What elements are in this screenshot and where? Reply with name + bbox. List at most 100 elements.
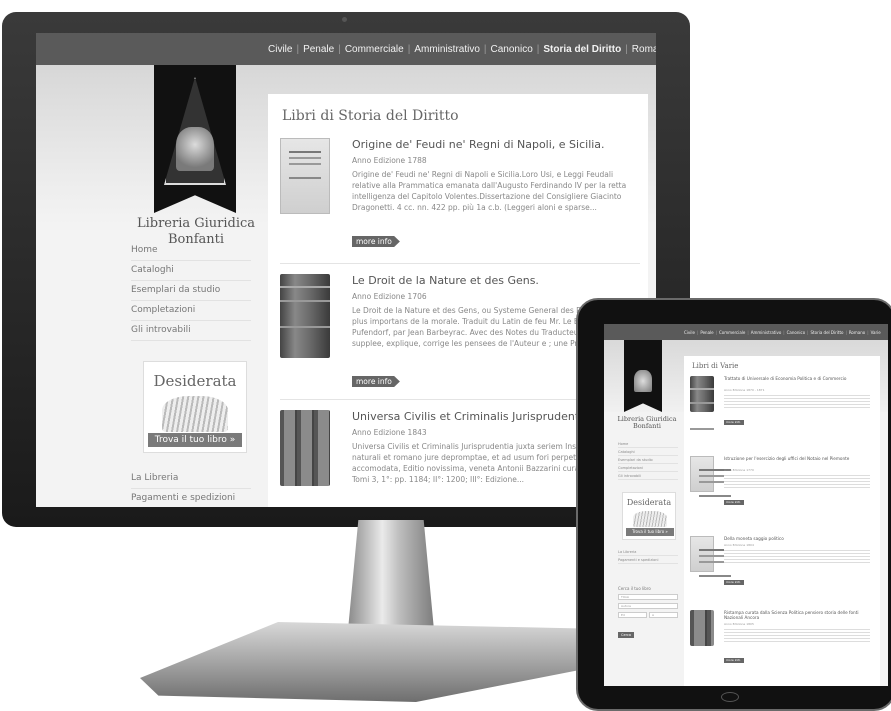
book-title[interactable]: Ristampa curata dalla Scienza Politica p…: [724, 610, 874, 620]
tablet-nav-item-commerciale[interactable]: Commerciale: [719, 330, 745, 335]
logo-emblem-icon: [176, 127, 214, 171]
nav-separator: |: [407, 43, 411, 55]
open-book-icon: [633, 511, 667, 527]
more-info-button[interactable]: more info: [724, 500, 745, 505]
divider: [280, 263, 640, 264]
sidebar-item-cataloghi[interactable]: Cataloghi: [131, 261, 251, 281]
desktop-screen: Civile | Penale | Commerciale | Amministrativo…: [36, 33, 656, 507]
tablet-nav-item-romano[interactable]: Romano: [849, 330, 865, 335]
book-cover-image[interactable]: [690, 376, 714, 412]
book-description-lines: [724, 627, 870, 643]
title-field[interactable]: Titolo: [618, 594, 678, 600]
nav-item-romano[interactable]: Romano: [632, 44, 656, 55]
nav-separator: |: [747, 329, 749, 335]
tablet-nav-item-storia-del-diritto[interactable]: Storia del Diritto: [811, 330, 844, 335]
tablet-sidebar-menu-secondary: La Libreria Pagamenti e spedizioni: [618, 548, 678, 564]
nav-separator: |: [483, 43, 487, 55]
tablet-sidebar-item-pagamenti-e-spedizioni[interactable]: Pagamenti e spedizioni: [618, 556, 678, 564]
book-cover-image[interactable]: [690, 456, 731, 492]
tablet-sidebar-menu: Home Cataloghi Esemplari da studio Completa…: [618, 440, 678, 480]
nav-separator: |: [867, 329, 869, 335]
tablet-find-book-button[interactable]: Trova il tuo libro »: [626, 528, 674, 536]
year-from-field[interactable]: Ed: [618, 612, 647, 618]
book-title[interactable]: Le Droit de la Nature et des Gens.: [352, 274, 539, 287]
tablet-nav-item-civile[interactable]: Civile: [684, 330, 695, 335]
book-year: Anno Edizione 1770: [724, 468, 754, 472]
year-to-field[interactable]: A: [649, 612, 678, 618]
find-book-button[interactable]: Trova il tuo libro »: [148, 433, 242, 447]
tablet-brand-name[interactable]: Libreria Giuridica Bonfanti: [614, 416, 680, 430]
more-info-button[interactable]: more info: [352, 236, 400, 247]
tablet-nav-item-penale[interactable]: Penale: [700, 330, 713, 335]
monitor-stand-base: [140, 622, 600, 702]
sidebar-item-home[interactable]: Home: [131, 241, 251, 261]
book-year: Anno Edizione 1706: [352, 292, 427, 301]
nav-item-canonico[interactable]: Canonico: [491, 44, 533, 55]
book-title[interactable]: Origine de' Feudi ne' Regni di Napoli, e…: [352, 138, 605, 151]
tablet-nav-item-amministrativo[interactable]: Amministrativo: [751, 330, 782, 335]
tablet-sidebar-item-home[interactable]: Home: [618, 440, 678, 448]
sidebar-item-esemplari-da-studio[interactable]: Esemplari da studio: [131, 281, 251, 301]
tablet-screen: Civile | Penale | Commerciale | Amministrativo…: [604, 324, 888, 686]
book-title[interactable]: Della moneta saggio politico: [724, 536, 874, 541]
book-year: Anno Edizione 1805: [724, 622, 754, 626]
nav-separator: |: [696, 329, 699, 335]
desiderata-widget[interactable]: Desiderata Trova il tuo libro »: [143, 361, 247, 453]
more-info-button[interactable]: more info: [724, 580, 745, 585]
nav-separator: |: [625, 43, 628, 55]
search-button[interactable]: Cerca: [618, 632, 635, 638]
more-info-button[interactable]: more info: [724, 658, 745, 663]
book-title[interactable]: Istruzione per l'esercizio degli uffici …: [724, 456, 874, 461]
book-cover-image[interactable]: [280, 274, 330, 358]
book-year: Anno Edizione 1788: [352, 156, 427, 165]
book-title[interactable]: Universa Civilis et Criminalis Jurisprud…: [352, 410, 589, 423]
book-cover-image[interactable]: [280, 138, 330, 214]
nav-separator: |: [783, 329, 785, 335]
tablet-sidebar-item-esemplari-da-studio[interactable]: Esemplari da studio: [618, 456, 678, 464]
author-field[interactable]: Autore: [618, 603, 678, 609]
nav-separator: |: [338, 43, 341, 55]
more-info-button[interactable]: more info: [724, 420, 745, 425]
sidebar-item-completazioni[interactable]: Completazioni: [131, 301, 251, 321]
sidebar-item-gli-introvabili[interactable]: Gli introvabili: [131, 321, 251, 341]
book-title[interactable]: Trattato di Universale di Economia Polit…: [724, 376, 874, 381]
book-year: Anno Edizione 1843: [352, 428, 427, 437]
logo-banner[interactable]: [154, 65, 236, 213]
nav-item-storia-del-diritto[interactable]: Storia del Diritto: [543, 44, 621, 55]
tablet-brand-line2: Bonfanti: [632, 422, 662, 430]
tablet-sidebar-item-gli-introvabili[interactable]: Gli introvabili: [618, 472, 678, 480]
tablet-desiderata-title: Desiderata: [626, 498, 672, 507]
sidebar-item-pagamenti-e-spedizioni[interactable]: Pagamenti e spedizioni: [131, 489, 251, 507]
tablet-nav-item-varie[interactable]: Varie: [871, 330, 881, 335]
home-button[interactable]: [721, 692, 739, 702]
nav-separator: |: [296, 43, 300, 55]
nav-item-penale[interactable]: Penale: [303, 44, 334, 55]
book-record: Origine de' Feudi ne' Regni di Napoli, e…: [280, 138, 640, 264]
tablet-sidebar-item-completazioni[interactable]: Completazioni: [618, 464, 678, 472]
nav-item-civile[interactable]: Civile: [268, 44, 292, 55]
tablet-logo-banner[interactable]: [624, 340, 662, 412]
book-cover-image[interactable]: [690, 536, 731, 572]
brand-line1: Libreria Giuridica: [136, 216, 256, 231]
tablet-desiderata-widget[interactable]: Desiderata Trova il tuo libro »: [622, 492, 676, 540]
tablet-nav-item-canonico[interactable]: Canonico: [787, 330, 806, 335]
tablet-sidebar-item-la-libreria[interactable]: La Libreria: [618, 548, 678, 556]
book-description-lines: [724, 473, 870, 489]
book-cover-image[interactable]: [280, 410, 330, 486]
webcam-icon: [342, 17, 347, 22]
tablet-main-nav: Civile | Penale | Commerciale | Amministrativo…: [684, 324, 881, 340]
nav-item-commerciale[interactable]: Commerciale: [345, 44, 404, 55]
tablet-sidebar-item-cataloghi[interactable]: Cataloghi: [618, 448, 678, 456]
tablet-search-form: Cerca il tuo libro Titolo Autore Ed A Ce…: [618, 586, 680, 640]
nav-separator: |: [845, 329, 847, 335]
monitor-stand-neck: [348, 520, 434, 630]
more-info-button[interactable]: more info: [352, 376, 400, 387]
sidebar-item-la-libreria[interactable]: La Libreria: [131, 469, 251, 489]
nav-item-amministrativo[interactable]: Amministrativo: [414, 44, 480, 55]
nav-separator: |: [807, 329, 809, 335]
main-nav: Civile | Penale | Commerciale | Amministrativo…: [268, 33, 656, 65]
book-description-lines: [724, 393, 870, 409]
desiderata-title: Desiderata: [153, 372, 237, 390]
search-title: Cerca il tuo libro: [618, 586, 651, 591]
book-cover-image[interactable]: [690, 610, 714, 646]
